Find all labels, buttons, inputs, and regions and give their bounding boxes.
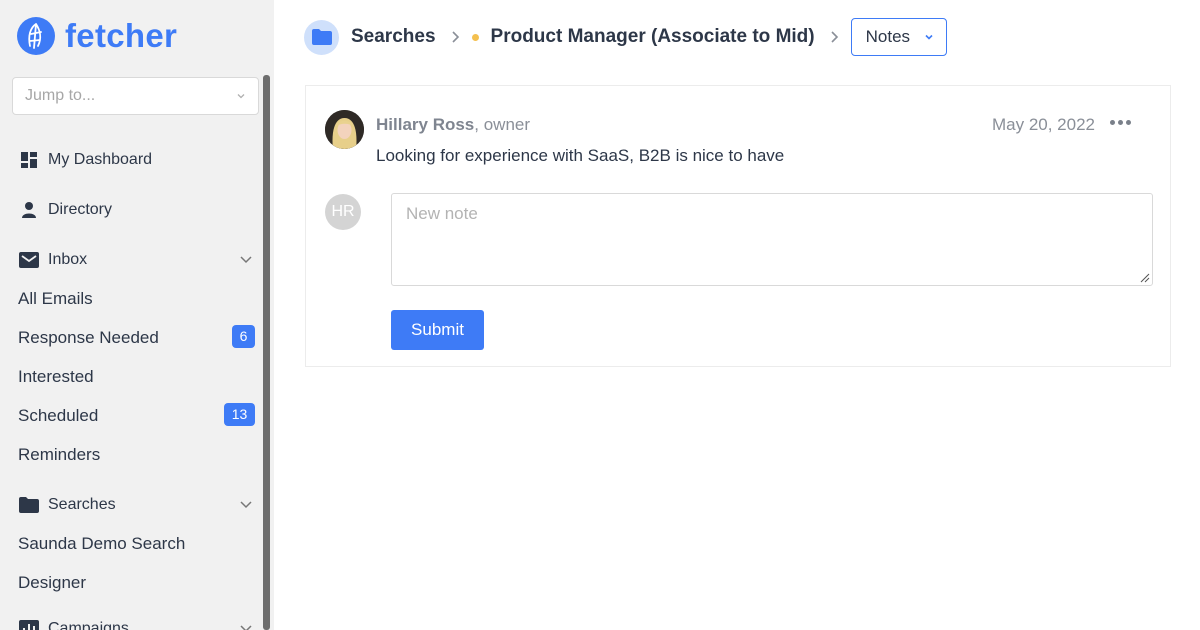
current-user-avatar: HR <box>325 194 361 230</box>
sidebar-item-all-emails[interactable]: All Emails <box>18 289 93 309</box>
sidebar-item-label: Campaigns <box>48 620 129 630</box>
sidebar-item-campaigns[interactable]: Campaigns <box>19 619 129 630</box>
sidebar-item-saunda-demo-search[interactable]: Saunda Demo Search <box>18 534 185 554</box>
jump-to-select[interactable]: Jump to... <box>12 77 259 115</box>
sidebar-item-directory[interactable]: Directory <box>19 200 112 220</box>
sidebar-item-response-needed[interactable]: Response Needed <box>18 328 159 348</box>
sidebar-item-scheduled[interactable]: Scheduled <box>18 406 98 426</box>
notes-card: Hillary Ross, owner May 20, 2022 Looking… <box>305 85 1171 367</box>
jump-to-placeholder: Jump to... <box>25 87 96 104</box>
sidebar-item-label: Inbox <box>48 251 88 268</box>
breadcrumb-search-name[interactable]: Product Manager (Associate to Mid) <box>491 26 815 48</box>
chevron-right-icon <box>831 31 838 43</box>
sidebar-item-interested[interactable]: Interested <box>18 367 94 387</box>
sidebar-item-reminders[interactable]: Reminders <box>18 445 100 465</box>
app-name: fetcher <box>65 17 178 54</box>
chevron-down-icon[interactable] <box>239 497 253 511</box>
chevron-right-icon <box>451 31 459 43</box>
submit-button[interactable]: Submit <box>391 310 484 350</box>
sidebar-item-searches[interactable]: Searches <box>19 495 116 515</box>
sidebar-item-label: Directory <box>48 201 113 218</box>
chevron-down-icon <box>237 94 245 99</box>
breadcrumb: Searches Product Manager (Associate to M… <box>304 18 948 56</box>
folder-icon <box>304 19 339 55</box>
sidebar-item-label: My Dashboard <box>48 151 153 168</box>
logo[interactable]: fetcher <box>17 17 177 55</box>
avatar <box>325 110 364 149</box>
sidebar-item-inbox[interactable]: Inbox <box>19 250 87 270</box>
resize-handle-icon[interactable] <box>1140 273 1150 283</box>
note-date: May 20, 2022 <box>991 115 1095 134</box>
note-author-role: , owner <box>474 115 531 134</box>
new-note-input[interactable] <box>391 193 1153 286</box>
sidebar-scrollbar[interactable] <box>263 75 270 630</box>
more-options-icon[interactable] <box>1110 120 1134 125</box>
person-icon <box>19 200 39 220</box>
breadcrumb-searches-link[interactable]: Searches <box>351 26 436 48</box>
view-select-dropdown[interactable]: Notes <box>850 18 948 56</box>
chevron-down-icon <box>925 34 933 40</box>
chevron-down-icon[interactable] <box>239 252 253 266</box>
note-author-name[interactable]: Hillary Ross <box>376 115 474 134</box>
sidebar: fetcher Jump to... My Dashboard Director… <box>0 0 274 630</box>
response-needed-count-badge: 6 <box>232 325 255 348</box>
fetcher-logo-icon <box>17 17 55 55</box>
view-select-label: Notes <box>865 27 911 46</box>
mail-icon <box>19 250 39 270</box>
note-author: Hillary Ross, owner <box>376 115 530 135</box>
chart-icon <box>19 619 39 630</box>
note-body: Looking for experience with SaaS, B2B is… <box>376 146 785 165</box>
chevron-down-icon[interactable] <box>239 621 253 630</box>
sidebar-item-label: Searches <box>48 496 116 513</box>
status-dot <box>471 33 479 41</box>
dashboard-icon <box>19 150 39 170</box>
scheduled-count-badge: 13 <box>224 403 255 426</box>
folder-icon <box>19 495 39 515</box>
sidebar-item-dashboard[interactable]: My Dashboard <box>19 150 152 170</box>
sidebar-item-designer[interactable]: Designer <box>18 573 86 593</box>
